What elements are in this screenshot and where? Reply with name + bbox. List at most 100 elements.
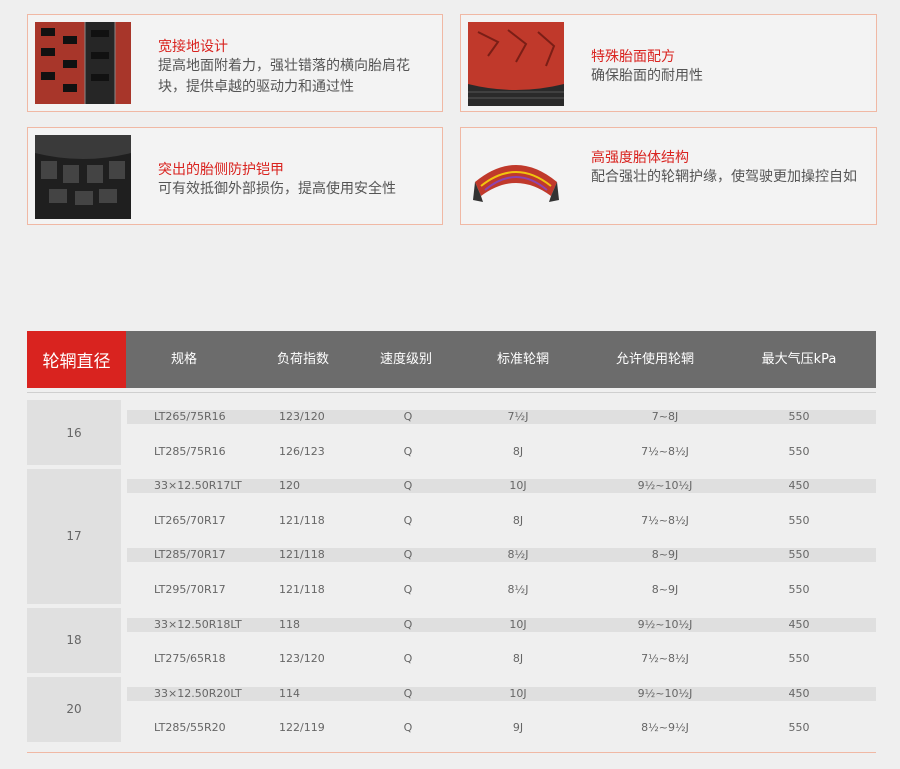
- cell-load-index: 121/118: [279, 583, 325, 596]
- table-row: LT295/70R17 121/118 Q 8½J 8~9J 550: [127, 583, 876, 597]
- cell-load-index: 121/118: [279, 548, 325, 562]
- cell-standard-rim: 8½J: [507, 583, 529, 596]
- tire-casing-icon: [473, 165, 559, 202]
- table-header: 轮辋直径 规格 负荷指数 速度级别 标准轮辋 允许使用轮辋 最大气压kPa: [27, 331, 876, 388]
- cell-allowed-rims: 8~9J: [651, 583, 679, 596]
- cell-load-index: 123/120: [279, 410, 325, 423]
- cell-size: LT265/70R17: [154, 513, 226, 527]
- cell-max-pressure: 450: [788, 479, 810, 493]
- cell-max-pressure: 550: [788, 410, 810, 423]
- cell-speed-rating: Q: [403, 721, 413, 735]
- cell-allowed-rims: 8½~9½J: [641, 721, 689, 735]
- cell-load-index: 126/123: [279, 444, 325, 458]
- cell-load-index: 118: [279, 617, 300, 631]
- cell-speed-rating: Q: [403, 617, 413, 631]
- cell-size: 33×12.50R18LT: [154, 617, 242, 631]
- cell-size: LT285/75R16: [154, 444, 226, 458]
- cell-allowed-rims: 7½~8½J: [641, 513, 689, 527]
- feature-desc: 确保胎面的耐用性: [591, 68, 703, 84]
- cell-max-pressure: 550: [788, 513, 810, 527]
- table-row: LT285/70R17 121/118 Q 8½J 8~9J 550: [127, 548, 876, 563]
- cell-max-pressure: 550: [788, 652, 810, 666]
- cell-speed-rating: Q: [403, 652, 413, 666]
- feature-title: 特殊胎面配方: [591, 49, 675, 65]
- cell-max-pressure: 550: [788, 548, 810, 562]
- feature-title: 宽接地设计: [158, 39, 228, 55]
- table-row: LT265/75R16 123/120 Q 7½J 7~8J 550: [127, 410, 876, 424]
- cell-standard-rim: 8J: [512, 444, 524, 458]
- feature-desc: 提高地面附着力，强壮错落的横向胎肩花块，提供卓越的驱动力和通过性: [158, 58, 410, 95]
- feature-card-wide-contact: 宽接地设计 提高地面附着力，强壮错落的横向胎肩花块，提供卓越的驱动力和通过性: [27, 14, 443, 112]
- bottom-divider: [27, 752, 876, 753]
- feature-card-tread-compound: 特殊胎面配方 确保胎面的耐用性: [460, 14, 877, 112]
- feature-title: 突出的胎侧防护铠甲: [158, 162, 284, 178]
- cell-allowed-rims: 7½~8½J: [641, 444, 689, 458]
- cell-allowed-rims: 9½~10½J: [637, 617, 693, 631]
- cell-allowed-rims: 7~8J: [651, 410, 679, 423]
- cell-size: LT275/65R18: [154, 652, 226, 666]
- cell-speed-rating: Q: [403, 513, 413, 527]
- rim-group-cell: 16: [27, 400, 121, 466]
- table-row: LT285/75R16 126/123 Q 8J 7½~8½J 550: [127, 445, 876, 459]
- header-load-index: 负荷指数: [276, 352, 330, 367]
- feature-card-sidewall-armor: 突出的胎侧防护铠甲 可有效抵御外部损伤，提高使用安全性: [27, 127, 443, 225]
- rim-group-cell: 18: [27, 607, 121, 673]
- sidewall-armor-icon: [35, 135, 131, 219]
- cell-speed-rating: Q: [403, 583, 413, 596]
- rim-group-cell: 17: [27, 469, 121, 604]
- cell-standard-rim: 8J: [512, 652, 524, 666]
- cell-max-pressure: 550: [788, 721, 810, 735]
- cell-load-index: 121/118: [279, 513, 325, 527]
- cell-standard-rim: 7½J: [507, 410, 529, 423]
- cell-size: LT265/75R16: [154, 410, 226, 423]
- rim-group-cell: 20: [27, 676, 121, 742]
- cell-speed-rating: Q: [403, 686, 413, 700]
- tread-pattern-icon: [35, 22, 131, 104]
- cell-size: LT285/55R20: [154, 721, 226, 735]
- cell-standard-rim: 10J: [509, 479, 527, 493]
- cell-max-pressure: 450: [788, 686, 810, 700]
- cell-speed-rating: Q: [403, 410, 413, 423]
- table-row: 33×12.50R17LT 120 Q 10J 9½~10½J 450: [127, 479, 876, 494]
- header-speed-rating: 速度级别: [379, 352, 433, 367]
- cell-allowed-rims: 7½~8½J: [641, 652, 689, 666]
- cell-load-index: 120: [279, 479, 300, 493]
- feature-card-tire-casing: 高强度胎体结构 配合强壮的轮辋护缘，使驾驶更加操控自如: [460, 127, 877, 225]
- cell-max-pressure: 550: [788, 444, 810, 458]
- header-size: 规格: [170, 352, 198, 367]
- cell-load-index: 122/119: [279, 721, 325, 735]
- table-row: LT275/65R18 123/120 Q 8J 7½~8½J 550: [127, 652, 876, 666]
- cell-allowed-rims: 9½~10½J: [637, 686, 693, 700]
- cell-allowed-rims: 8~9J: [651, 548, 679, 562]
- table-row: LT285/55R20 122/119 Q 9J 8½~9½J 550: [127, 721, 876, 735]
- cell-load-index: 114: [279, 686, 300, 700]
- cell-size: 33×12.50R20LT: [154, 686, 242, 700]
- tread-compound-icon: [468, 22, 564, 106]
- cell-max-pressure: 550: [788, 583, 810, 596]
- cell-standard-rim: 10J: [509, 686, 527, 700]
- cell-size: 33×12.50R17LT: [154, 479, 242, 493]
- cell-speed-rating: Q: [403, 444, 413, 458]
- feature-desc: 可有效抵御外部损伤，提高使用安全性: [158, 181, 396, 197]
- cell-size: LT295/70R17: [154, 583, 226, 596]
- feature-desc: 配合强壮的轮辋护缘，使驾驶更加操控自如: [591, 169, 857, 185]
- table-row: LT265/70R17 121/118 Q 8J 7½~8½J 550: [127, 514, 876, 528]
- header-divider: [27, 392, 876, 393]
- rim-diameter-header: 轮辋直径: [27, 331, 126, 388]
- header-allowed-rims: 允许使用轮辋: [615, 352, 695, 367]
- cell-size: LT285/70R17: [154, 548, 226, 562]
- cell-standard-rim: 8J: [512, 513, 524, 527]
- cell-load-index: 123/120: [279, 652, 325, 666]
- feature-title: 高强度胎体结构: [591, 150, 689, 166]
- cell-standard-rim: 9J: [512, 721, 524, 735]
- header-max-pressure: 最大气压kPa: [761, 352, 837, 367]
- cell-speed-rating: Q: [403, 479, 413, 493]
- cell-max-pressure: 450: [788, 617, 810, 631]
- cell-standard-rim: 10J: [509, 617, 527, 631]
- table-row: 33×12.50R18LT 118 Q 10J 9½~10½J 450: [127, 617, 876, 632]
- header-standard-rim: 标准轮辋: [496, 352, 550, 367]
- cell-speed-rating: Q: [403, 548, 413, 562]
- cell-standard-rim: 8½J: [507, 548, 529, 562]
- table-row: 33×12.50R20LT 114 Q 10J 9½~10½J 450: [127, 686, 876, 701]
- cell-allowed-rims: 9½~10½J: [637, 479, 693, 493]
